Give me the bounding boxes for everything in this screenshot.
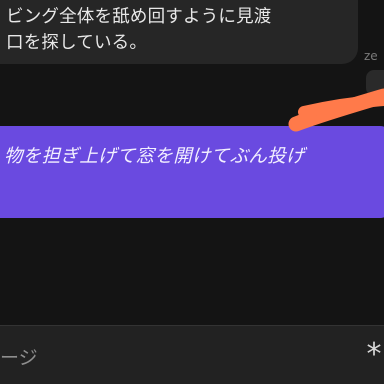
incoming-message-line-2: 口を探している。 xyxy=(6,33,148,53)
message-side-badge xyxy=(366,70,384,96)
outgoing-message-text: 物を担ぎ上げて窓を開けてぶん投げ xyxy=(4,146,305,167)
message-input[interactable] xyxy=(0,340,340,372)
asterisk-icon[interactable]: * xyxy=(362,340,384,370)
sender-tag: ze xyxy=(364,49,378,63)
chat-screen: ビング全体を舐め回すように見渡 口を探している。 ze 物を担ぎ上げて窓を開けて… xyxy=(0,0,384,384)
incoming-message-bubble: ビング全体を舐め回すように見渡 口を探している。 xyxy=(0,0,358,64)
message-composer: ージ xyxy=(0,325,384,384)
outgoing-message-bubble: 物を担ぎ上げて窓を開けてぶん投げ xyxy=(0,126,384,218)
incoming-message-line-1: ビング全体を舐め回すように見渡 xyxy=(6,7,272,27)
message-list[interactable]: ビング全体を舐め回すように見渡 口を探している。 ze 物を担ぎ上げて窓を開けて… xyxy=(0,0,384,325)
message-input-placeholder: ージ xyxy=(0,347,38,369)
